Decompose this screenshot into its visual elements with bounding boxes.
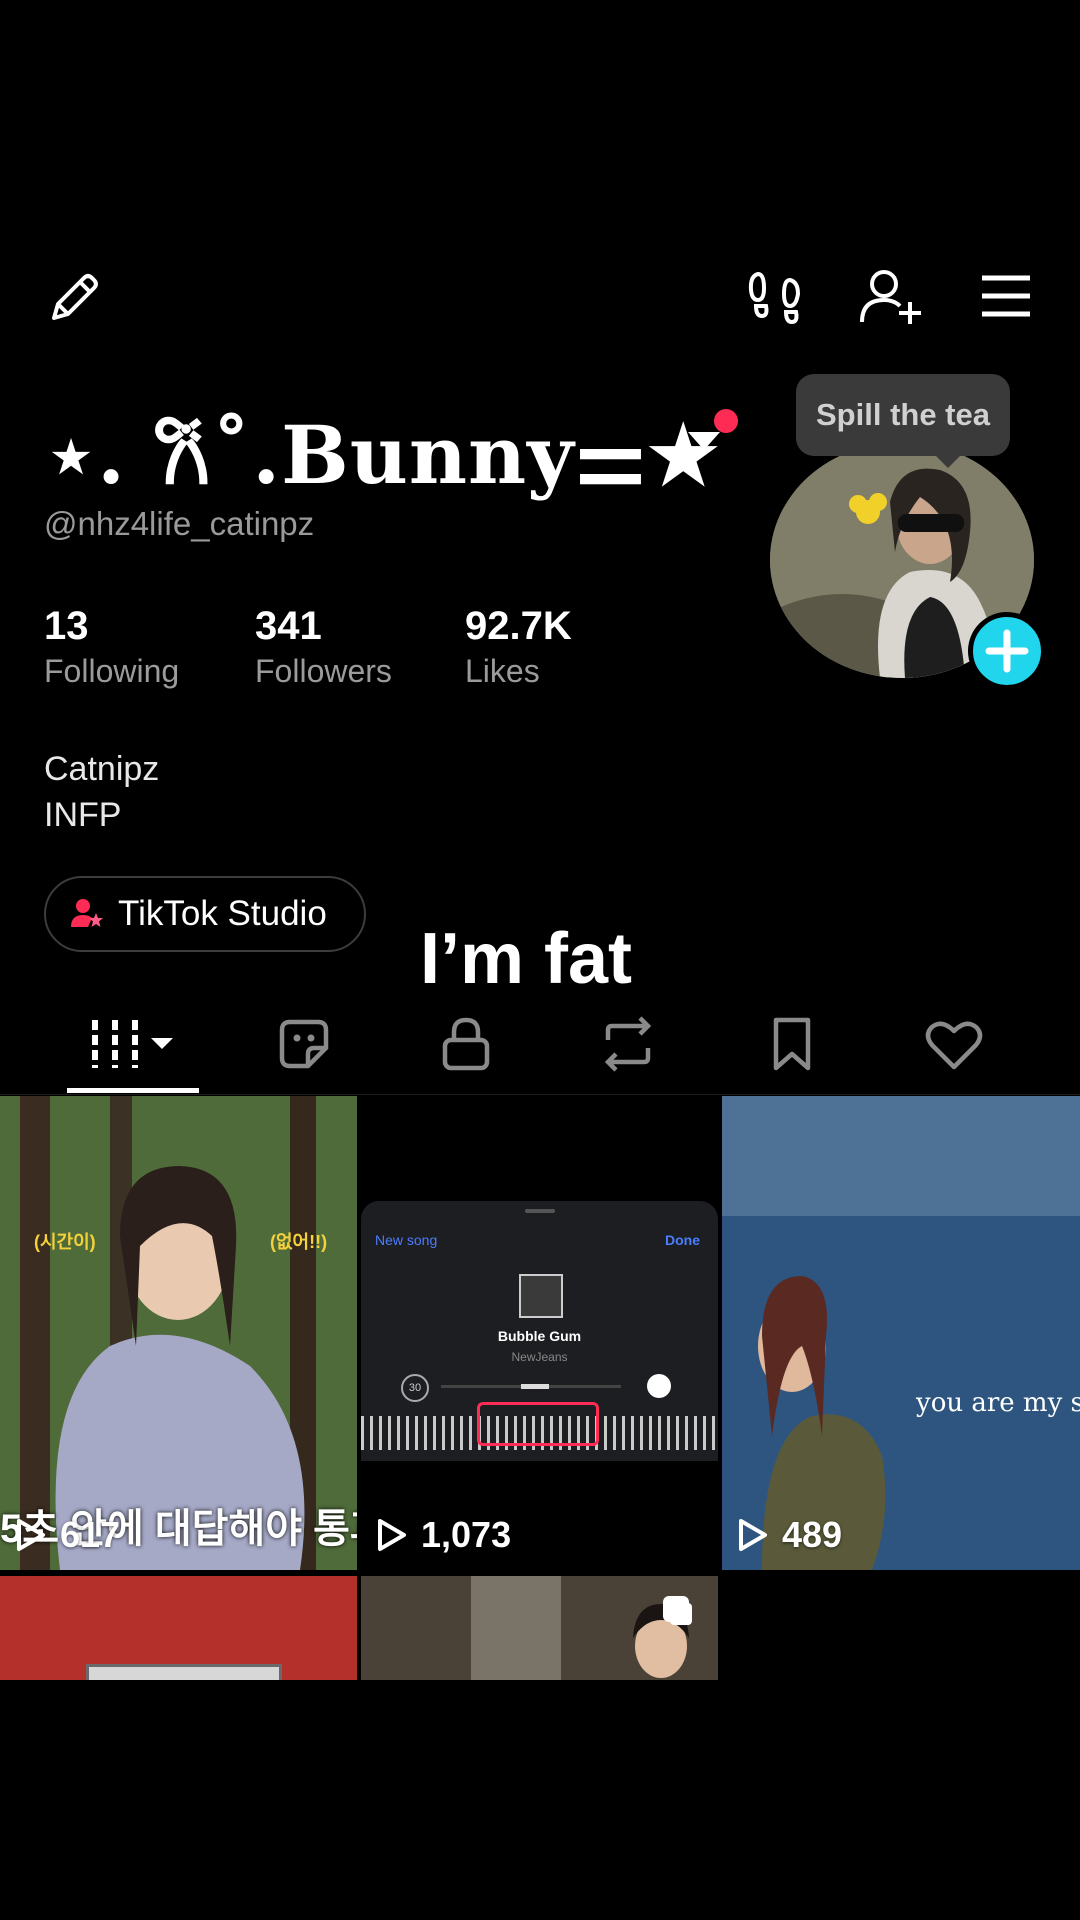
video-tile-4[interactable] xyxy=(0,1576,357,1680)
video-tile-5[interactable] xyxy=(361,1576,718,1680)
song-artist: NewJeans xyxy=(511,1350,568,1364)
video-tile-1[interactable]: (시간이) (없어!!) 5초 안에 대답해야 통과 617 xyxy=(0,1096,357,1570)
pencil-icon xyxy=(52,274,98,320)
new-song-link: New song xyxy=(375,1232,438,1248)
play-icon xyxy=(378,1519,406,1551)
display-name[interactable]: ⋆. 𐙚˚.Bunny⚌★ xyxy=(46,398,720,507)
view-count-value: 489 xyxy=(782,1514,843,1555)
tiktok-studio-label: TikTok Studio xyxy=(118,894,327,933)
stat-likes[interactable]: 92.7K Likes xyxy=(465,604,572,690)
tab-stickers[interactable] xyxy=(224,1008,384,1080)
notification-dot xyxy=(714,409,738,433)
active-tab-indicator xyxy=(67,1088,199,1093)
tiktok-studio-button[interactable]: TikTok Studio xyxy=(44,876,366,952)
switch-account-chevron-icon[interactable] xyxy=(688,432,720,450)
subtitle-left: (시간이) xyxy=(34,1232,96,1252)
add-friends-button[interactable] xyxy=(858,266,924,326)
add-story-button[interactable] xyxy=(968,612,1046,690)
hamburger-menu-icon xyxy=(982,275,1030,317)
song-progress-fill xyxy=(521,1384,549,1389)
song-title: Bubble Gum xyxy=(497,1328,582,1344)
sticker-icon xyxy=(279,1019,329,1069)
video-tile-2[interactable]: New song Done Bubble Gum NewJeans 30 1,0… xyxy=(361,1096,718,1570)
avatar-tooltip[interactable]: Spill the tea xyxy=(796,374,1010,456)
view-count: 1,073 xyxy=(377,1514,511,1556)
tab-videos[interactable] xyxy=(52,1008,212,1080)
waveform-selection xyxy=(477,1402,599,1446)
view-count: 617 xyxy=(16,1514,120,1556)
menu-button[interactable] xyxy=(980,272,1032,320)
album-art xyxy=(519,1274,563,1318)
stat-likes-label: Likes xyxy=(465,653,540,689)
video-tile-6[interactable] xyxy=(722,1576,1080,1680)
video-thumbnail xyxy=(86,1664,282,1680)
tab-reposts[interactable] xyxy=(548,1008,708,1080)
play-icon xyxy=(739,1519,767,1551)
tabs-divider xyxy=(0,1094,1080,1095)
bio-line-2: INFP xyxy=(44,796,122,834)
avatar-tooltip-tail xyxy=(934,454,962,468)
subtitle-right: (없어!!) xyxy=(270,1232,328,1252)
stat-following-value: 13 xyxy=(44,604,89,648)
stat-likes-value: 92.7K xyxy=(465,604,572,648)
video-thumbnail xyxy=(722,1096,1080,1570)
timer-badge: 30 xyxy=(401,1374,429,1402)
stat-followers-value: 341 xyxy=(255,604,322,648)
done-link: Done xyxy=(665,1232,700,1248)
lock-icon xyxy=(442,1017,490,1071)
view-count: 489 xyxy=(738,1514,842,1556)
multi-photo-icon xyxy=(663,1596,689,1622)
plus-icon xyxy=(985,629,1029,673)
stat-following-label: Following xyxy=(44,653,180,689)
play-circle-icon xyxy=(647,1374,671,1398)
tab-favorites[interactable] xyxy=(712,1008,872,1080)
view-count-value: 617 xyxy=(60,1514,121,1555)
play-icon xyxy=(17,1519,45,1551)
footprints-icon xyxy=(748,271,801,325)
grid-icon xyxy=(92,1020,173,1068)
overlay-caption: I’m fat xyxy=(420,919,633,999)
creator-studio-icon xyxy=(71,899,103,927)
drag-handle xyxy=(525,1209,555,1213)
bio-line-1: Catnipz xyxy=(44,750,160,788)
video-caption: you are my se xyxy=(916,1388,1080,1418)
heart-icon xyxy=(925,1021,983,1070)
video-thumbnail xyxy=(361,1576,718,1680)
stat-followers-label: Followers xyxy=(255,653,392,689)
timer-value: 30 xyxy=(408,1382,422,1394)
username: @nhz4life_catinpz xyxy=(44,505,315,542)
stat-following[interactable]: 13 Following xyxy=(44,604,179,690)
tab-private[interactable] xyxy=(386,1008,546,1080)
bookmark-icon xyxy=(773,1017,811,1071)
edit-profile-button[interactable] xyxy=(44,268,104,328)
video-tile-3[interactable]: you are my se 489 xyxy=(722,1096,1080,1570)
view-count-value: 1,073 xyxy=(421,1514,512,1555)
tab-liked[interactable] xyxy=(874,1008,1034,1080)
stat-followers[interactable]: 341 Followers xyxy=(255,604,392,690)
profile-views-button[interactable] xyxy=(746,266,806,326)
add-user-icon xyxy=(860,270,921,324)
repost-icon xyxy=(604,1016,652,1072)
